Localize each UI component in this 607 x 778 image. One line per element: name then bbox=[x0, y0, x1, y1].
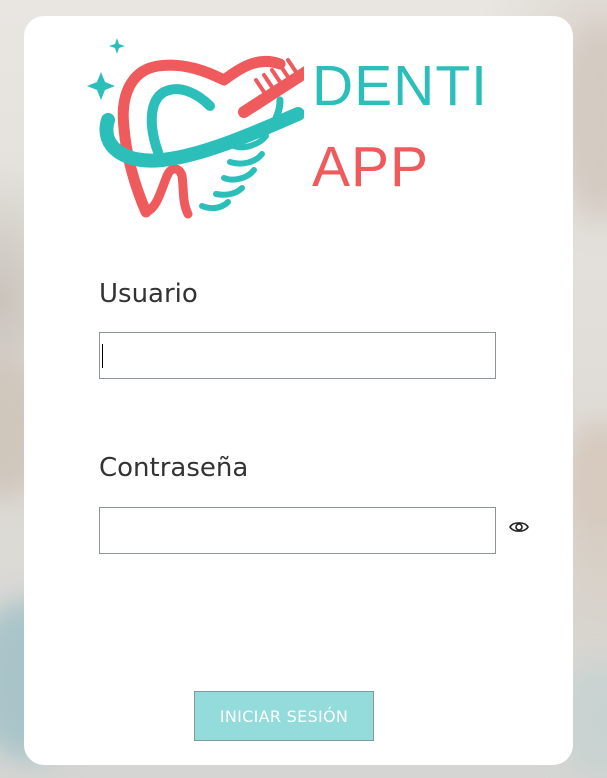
login-button[interactable]: INICIAR SESIÓN bbox=[194, 691, 374, 741]
brand-logo: DENTI APP bbox=[84, 24, 524, 219]
brand-name-line1: DENTI bbox=[312, 54, 488, 118]
username-label: Usuario bbox=[99, 279, 198, 309]
password-label: Contraseña bbox=[99, 453, 249, 483]
login-card: DENTI APP Usuario Contraseña INICIAR SES… bbox=[24, 16, 573, 765]
username-input[interactable] bbox=[99, 332, 496, 379]
password-input[interactable] bbox=[99, 507, 496, 554]
eye-icon[interactable] bbox=[509, 518, 529, 536]
brand-name-line2: APP bbox=[312, 135, 430, 199]
tooth-toothbrush-icon bbox=[87, 38, 304, 219]
text-cursor bbox=[102, 344, 103, 368]
